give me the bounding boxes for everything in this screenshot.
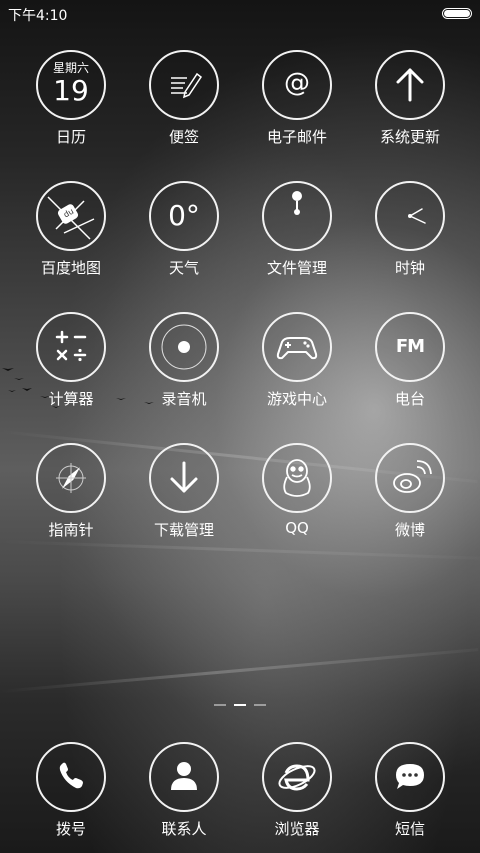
app-label: 短信 bbox=[394, 820, 425, 838]
download-icon bbox=[149, 443, 219, 513]
app-label: 便签 bbox=[168, 128, 199, 146]
arrow-up-icon bbox=[375, 50, 445, 120]
app-label: 电子邮件 bbox=[266, 128, 327, 146]
status-bar: 下午4:10 bbox=[0, 0, 480, 28]
app-label: 下载管理 bbox=[153, 521, 214, 539]
recorder-icon bbox=[149, 312, 219, 382]
message-icon bbox=[375, 742, 445, 812]
sky-streak bbox=[0, 648, 479, 693]
app-label: 游戏中心 bbox=[266, 390, 327, 408]
app-weather[interactable]: 0° 天气 bbox=[128, 181, 240, 278]
app-label: 百度地图 bbox=[40, 259, 101, 277]
app-label: 时钟 bbox=[394, 259, 425, 277]
sky-streak bbox=[0, 540, 480, 560]
app-downloads[interactable]: 下载管理 bbox=[128, 443, 240, 540]
gamepad-icon bbox=[262, 312, 332, 382]
dock-contacts[interactable]: 联系人 bbox=[128, 742, 240, 839]
app-label: 录音机 bbox=[161, 390, 207, 408]
calendar-date: 19 bbox=[53, 74, 89, 107]
notes-icon bbox=[149, 50, 219, 120]
page-indicator bbox=[214, 703, 266, 707]
file-manager-icon bbox=[262, 181, 332, 251]
app-qq[interactable]: QQ bbox=[241, 443, 353, 537]
app-calendar[interactable]: 星期六 19 日历 bbox=[15, 50, 127, 147]
compass-icon bbox=[36, 443, 106, 513]
app-label: 指南针 bbox=[48, 521, 94, 539]
baidu-map-icon: du bbox=[36, 181, 106, 251]
battery-icon bbox=[442, 8, 472, 19]
dock-browser[interactable]: 浏览器 bbox=[241, 742, 353, 839]
app-label: 浏览器 bbox=[274, 820, 320, 838]
app-label: QQ bbox=[285, 519, 309, 537]
weibo-icon bbox=[375, 443, 445, 513]
status-time: 下午4:10 bbox=[8, 8, 68, 24]
app-file-manager[interactable]: 文件管理 bbox=[241, 181, 353, 278]
weather-icon: 0° bbox=[149, 181, 219, 251]
app-system-update[interactable]: 系统更新 bbox=[354, 50, 466, 147]
app-recorder[interactable]: 录音机 bbox=[128, 312, 240, 409]
dock-dialer[interactable]: 拨号 bbox=[15, 742, 127, 839]
app-label: 微博 bbox=[394, 521, 425, 539]
weather-temperature: 0° bbox=[168, 199, 200, 232]
app-clock[interactable]: 时钟 bbox=[354, 181, 466, 278]
qq-penguin-icon bbox=[262, 443, 332, 513]
page-dot-active bbox=[234, 704, 246, 706]
email-symbol: @ bbox=[284, 68, 310, 98]
dock-sms[interactable]: 短信 bbox=[354, 742, 466, 839]
radio-fm-text: FM bbox=[395, 336, 425, 357]
app-label: 计算器 bbox=[48, 390, 94, 408]
app-label: 拨号 bbox=[55, 820, 86, 838]
email-icon: @ bbox=[262, 50, 332, 120]
app-baidu-map[interactable]: du 百度地图 bbox=[15, 181, 127, 278]
app-radio[interactable]: FM 电台 bbox=[354, 312, 466, 409]
browser-icon bbox=[262, 742, 332, 812]
app-label: 天气 bbox=[168, 259, 199, 277]
contacts-icon bbox=[149, 742, 219, 812]
clock-icon bbox=[375, 181, 445, 251]
app-label: 文件管理 bbox=[266, 259, 327, 277]
app-email[interactable]: @ 电子邮件 bbox=[241, 50, 353, 147]
app-game-center[interactable]: 游戏中心 bbox=[241, 312, 353, 409]
app-compass[interactable]: 指南针 bbox=[15, 443, 127, 540]
app-label: 系统更新 bbox=[379, 128, 440, 146]
app-label: 电台 bbox=[394, 390, 425, 408]
page-dot bbox=[254, 704, 266, 706]
app-weibo[interactable]: 微博 bbox=[354, 443, 466, 540]
app-notes[interactable]: 便签 bbox=[128, 50, 240, 147]
app-label: 联系人 bbox=[161, 820, 207, 838]
app-label: 日历 bbox=[55, 128, 86, 146]
radio-icon: FM bbox=[375, 312, 445, 382]
page-dot bbox=[214, 704, 226, 706]
phone-icon bbox=[36, 742, 106, 812]
calculator-icon bbox=[36, 312, 106, 382]
app-calculator[interactable]: 计算器 bbox=[15, 312, 127, 409]
calendar-icon: 星期六 19 bbox=[36, 50, 106, 120]
